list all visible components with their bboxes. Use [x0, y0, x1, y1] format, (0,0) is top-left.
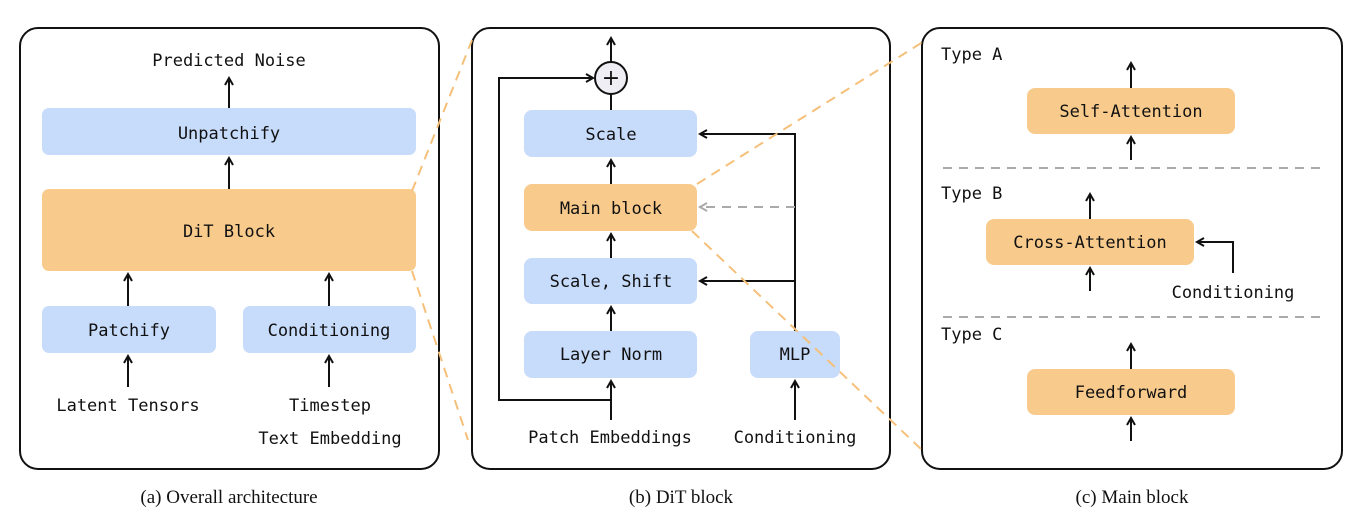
patch-embeddings-label: Patch Embeddings [528, 428, 692, 448]
zoom-connector-b-top [696, 39, 927, 185]
plus-icon: + [602, 66, 620, 91]
caption-c: (c) Main block [1076, 487, 1189, 508]
feedforward-label: Feedforward [1075, 383, 1188, 403]
zoom-connector-a-top [411, 39, 473, 192]
predicted-noise-label: Predicted Noise [152, 51, 306, 71]
panel-main-block: Type A Self-Attention Type B Cross-Atten… [921, 27, 1343, 508]
arrow-mlp-to-scale [700, 134, 796, 331]
unpatchify-label: Unpatchify [178, 124, 280, 144]
dit-architecture-diagram: Predicted Noise Unpatchify DiT Block Pat… [19, 27, 1343, 508]
panel-b-frame [471, 27, 891, 470]
panel-overall-architecture: Predicted Noise Unpatchify DiT Block Pat… [19, 27, 440, 508]
type-b-label: Type B [941, 184, 1002, 204]
dit-block-label: DiT Block [183, 222, 275, 242]
type-c-label: Type C [941, 325, 1002, 345]
type-a-label: Type A [941, 45, 1002, 65]
scale-shift-label: Scale, Shift [550, 272, 673, 292]
conditioning-label-c: Conditioning [1172, 283, 1295, 303]
patchify-label: Patchify [88, 321, 170, 341]
self-attention-label: Self-Attention [1059, 102, 1202, 122]
mlp-label: MLP [780, 345, 811, 365]
scale-label: Scale [585, 125, 636, 145]
conditioning-label: Conditioning [268, 321, 391, 341]
caption-b: (b) DiT block [629, 487, 734, 508]
text-embedding-label: Text Embedding [258, 429, 401, 449]
timestep-label: Timestep [289, 396, 371, 416]
layer-norm-label: Layer Norm [560, 345, 662, 365]
panel-dit-block: + Scale Main block Scale, Shift Layer No… [471, 27, 891, 508]
caption-a: (a) Overall architecture [140, 487, 317, 508]
main-block-label: Main block [560, 199, 662, 219]
zoom-connector-b-bottom [691, 230, 923, 451]
arrow-conditioning-to-cross-attn [1197, 242, 1234, 273]
conditioning-input-label: Conditioning [734, 428, 857, 448]
latent-tensors-label: Latent Tensors [56, 396, 199, 416]
cross-attention-label: Cross-Attention [1013, 233, 1167, 253]
